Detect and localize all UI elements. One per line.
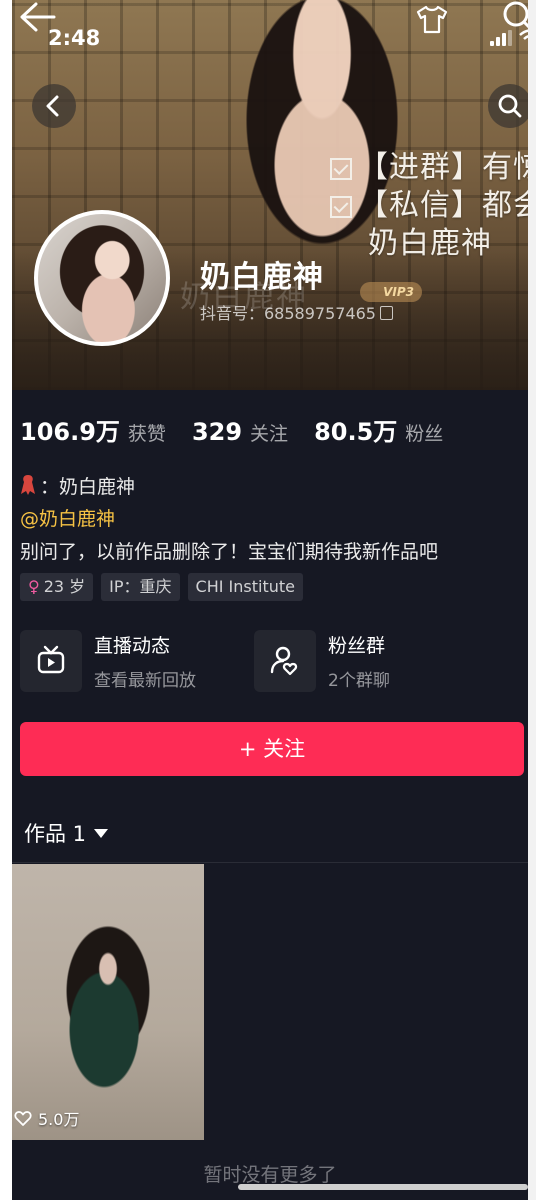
divider (12, 862, 528, 863)
video-likes: 5.0万 (12, 1106, 79, 1130)
stat-followers-value: 80.5万 (314, 418, 398, 446)
heart-icon (14, 1111, 32, 1126)
tag-age: ♀ 23 岁 (20, 573, 94, 601)
tab-works-label: 作品 1 (24, 822, 87, 846)
signal-icon (490, 30, 512, 46)
search-button[interactable] (488, 84, 528, 128)
douyin-id[interactable]: 抖音号：68589757465 (200, 300, 393, 324)
live-updates-entry[interactable]: 直播动态 查看最新回放 (20, 630, 196, 692)
bio-mention[interactable]: @奶白鹿神 (20, 504, 115, 531)
chevron-left-icon (46, 95, 59, 117)
stat-likes: 106.9万 获赞 (20, 412, 166, 447)
stat-followers-label: 粉丝 (405, 423, 444, 445)
live-updates-subtitle: 查看最新回放 (94, 671, 196, 691)
checkbox-icon (330, 157, 352, 180)
status-time: 2:48 (48, 26, 101, 50)
user-heart-icon (254, 630, 316, 692)
caret-down-icon (94, 829, 109, 838)
fan-group-entry[interactable]: 粉丝群 2个群聊 (254, 630, 390, 692)
douyin-id-text: 抖音号：68589757465 (200, 304, 376, 323)
live-updates-title: 直播动态 (94, 635, 171, 657)
wifi-icon (518, 28, 528, 46)
stat-likes-label: 获赞 (127, 423, 166, 445)
back-button[interactable] (32, 84, 76, 128)
stat-following[interactable]: 329 关注 (192, 418, 288, 446)
fan-group-subtitle: 2个群聊 (328, 671, 390, 691)
screenshot-frame-right (528, 0, 536, 1200)
copy-icon[interactable] (379, 306, 393, 320)
tab-works[interactable]: 作品 1 (24, 818, 109, 848)
stat-following-value: 329 (191, 418, 243, 446)
ribbon-icon (21, 475, 35, 495)
checkbox-icon (330, 195, 352, 218)
video-likes-count: 5.0万 (38, 1110, 80, 1129)
profile-name: 奶白鹿神 (200, 260, 324, 295)
fan-group-title: 粉丝群 (328, 635, 386, 657)
video-thumbnail[interactable]: 5.0万 (12, 864, 204, 1140)
no-more-text: 暂时没有更多了 (203, 1164, 337, 1186)
bio-line-1: ：奶白鹿神 (20, 472, 135, 499)
screenshot-frame-left (0, 0, 12, 1200)
vip-badge[interactable]: VIP3 (360, 282, 422, 302)
profile-screen: 【进群】有惊 【私信】都会 奶白鹿神 2:48 奶白鹿神 VIP3 奶白鹿神 抖… (12, 0, 528, 1200)
stat-followers[interactable]: 80.5万 粉丝 (314, 412, 443, 447)
profile-tags: ♀ 23 岁 IP：重庆 CHI Institute (20, 573, 311, 601)
tv-icon (20, 630, 82, 692)
follow-button[interactable]: + 关注 (20, 722, 524, 776)
stat-likes-value: 106.9万 (20, 418, 120, 446)
profile-stats: 106.9万 获赞 329 关注 80.5万 粉丝 (20, 412, 469, 447)
stat-following-label: 关注 (250, 423, 289, 445)
home-indicator (238, 1184, 528, 1190)
search-icon (498, 94, 522, 118)
avatar[interactable] (34, 210, 170, 346)
tag-school[interactable]: CHI Institute (187, 573, 303, 601)
tag-ip: IP：重庆 (101, 573, 180, 601)
female-icon: ♀ (28, 577, 40, 596)
bio-line-3: 别问了，以前作品删除了！宝宝们期待我新作品吧 (20, 541, 439, 563)
shirt-icon[interactable] (415, 4, 449, 34)
